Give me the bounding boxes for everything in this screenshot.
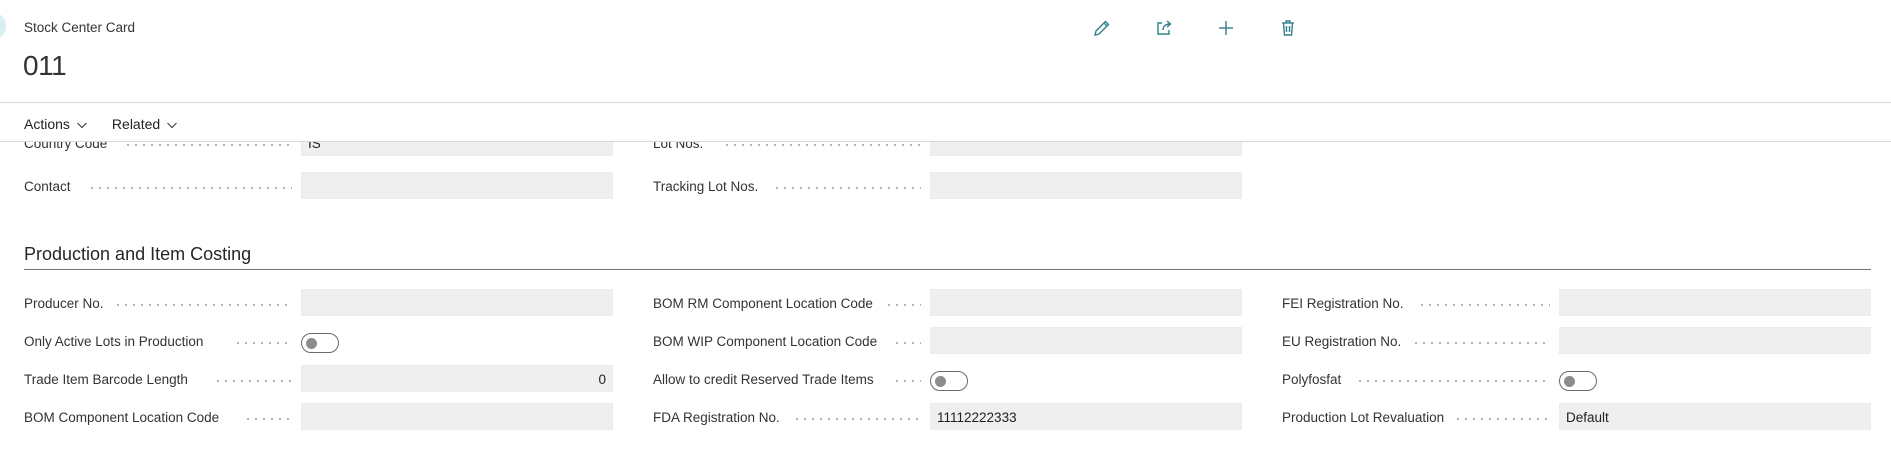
field-bom-component-location-code: BOM Component Location Code — [24, 403, 614, 432]
share-icon[interactable] — [1152, 16, 1176, 40]
field-bom-rm-component-location-code: BOM RM Component Location Code — [653, 289, 1243, 318]
page-caption: Stock Center Card — [24, 20, 136, 35]
section-title[interactable]: Production and Item Costing — [24, 244, 251, 265]
field-label: Production Lot Revaluation — [1282, 410, 1451, 425]
field-lot-nos: Lot Nos. — [653, 142, 1243, 158]
field-label: EU Registration No. — [1282, 334, 1408, 349]
production-lot-revaluation-input[interactable]: Default — [1559, 403, 1871, 430]
field-label: Only Active Lots in Production — [24, 334, 210, 349]
trade-item-barcode-length-input[interactable]: 0 — [301, 365, 613, 392]
card-content: Country Code IS Lot Nos. Contact Trackin… — [0, 142, 1891, 461]
leader-dots — [244, 418, 292, 420]
field-label: Lot Nos. — [653, 142, 710, 151]
leader-dots — [773, 187, 921, 189]
field-trade-item-barcode-length: Trade Item Barcode Length 0 — [24, 365, 614, 394]
leader-dots — [88, 187, 292, 189]
field-production-lot-revaluation: Production Lot Revaluation Default — [1282, 403, 1872, 432]
eu-registration-no-input[interactable] — [1559, 327, 1871, 354]
pencil-icon[interactable] — [1090, 16, 1114, 40]
bom-rm-component-location-code-input[interactable] — [930, 289, 1242, 316]
related-menu-label: Related — [111, 116, 161, 132]
chevron-down-icon — [76, 118, 88, 130]
field-allow-credit-reserved-trade-items: Allow to credit Reserved Trade Items — [653, 365, 1243, 394]
leader-dots — [214, 380, 292, 382]
tracking-lot-nos-input[interactable] — [930, 172, 1242, 199]
fda-registration-no-input[interactable]: 11112222333 — [930, 403, 1242, 430]
bom-wip-component-location-code-input[interactable] — [930, 327, 1242, 354]
allow-credit-reserved-trade-items-toggle[interactable] — [930, 371, 968, 391]
actions-menu-label: Actions — [24, 116, 70, 132]
lot-nos-input[interactable] — [930, 142, 1242, 156]
section-divider — [24, 269, 1871, 270]
field-label: Tracking Lot Nos. — [653, 179, 765, 194]
bom-component-location-code-input[interactable] — [301, 403, 613, 430]
action-bar: Actions Related — [24, 113, 202, 135]
leader-dots — [1454, 418, 1550, 420]
field-label: BOM WIP Component Location Code — [653, 334, 884, 349]
leader-dots — [1418, 304, 1550, 306]
field-label: FEI Registration No. — [1282, 296, 1410, 311]
leader-dots — [234, 342, 292, 344]
field-label: FDA Registration No. — [653, 410, 786, 425]
field-label: Trade Item Barcode Length — [24, 372, 194, 387]
field-fda-registration-no: FDA Registration No. 11112222333 — [653, 403, 1243, 432]
field-label: Allow to credit Reserved Trade Items — [653, 372, 880, 387]
leader-dots — [893, 342, 921, 344]
leader-dots — [124, 144, 292, 146]
field-label: Polyfosfat — [1282, 372, 1348, 387]
leader-dots — [114, 304, 292, 306]
field-label: Contact — [24, 179, 77, 194]
leader-dots — [723, 144, 921, 146]
field-eu-registration-no: EU Registration No. — [1282, 327, 1872, 356]
leader-dots — [885, 304, 921, 306]
field-only-active-lots: Only Active Lots in Production — [24, 327, 614, 356]
only-active-lots-toggle[interactable] — [301, 333, 339, 353]
fei-registration-no-input[interactable] — [1559, 289, 1871, 316]
field-label: Producer No. — [24, 296, 110, 311]
actions-menu[interactable]: Actions — [24, 116, 88, 132]
leader-dots — [893, 380, 921, 382]
side-panel-tab[interactable] — [0, 14, 6, 38]
plus-icon[interactable] — [1214, 16, 1238, 40]
field-polyfosfat: Polyfosfat — [1282, 365, 1872, 394]
field-label: BOM RM Component Location Code — [653, 296, 879, 311]
field-label: Country Code — [24, 142, 114, 151]
producer-no-input[interactable] — [301, 289, 613, 316]
header-divider — [0, 102, 1891, 103]
leader-dots — [793, 418, 921, 420]
field-producer-no: Producer No. — [24, 289, 614, 318]
leader-dots — [1412, 342, 1550, 344]
country-code-input[interactable]: IS — [301, 142, 613, 156]
field-tracking-lot-nos: Tracking Lot Nos. — [653, 172, 1243, 201]
field-contact: Contact — [24, 172, 614, 201]
field-bom-wip-component-location-code: BOM WIP Component Location Code — [653, 327, 1243, 356]
record-number: 011 — [23, 50, 67, 81]
field-country-code: Country Code IS — [24, 142, 614, 158]
field-label: BOM Component Location Code — [24, 410, 226, 425]
contact-input[interactable] — [301, 172, 613, 199]
polyfosfat-toggle[interactable] — [1559, 371, 1597, 391]
field-fei-registration-no: FEI Registration No. — [1282, 289, 1872, 318]
chevron-down-icon — [166, 118, 178, 130]
trash-icon[interactable] — [1276, 16, 1300, 40]
leader-dots — [1356, 380, 1550, 382]
related-menu[interactable]: Related — [112, 116, 178, 132]
